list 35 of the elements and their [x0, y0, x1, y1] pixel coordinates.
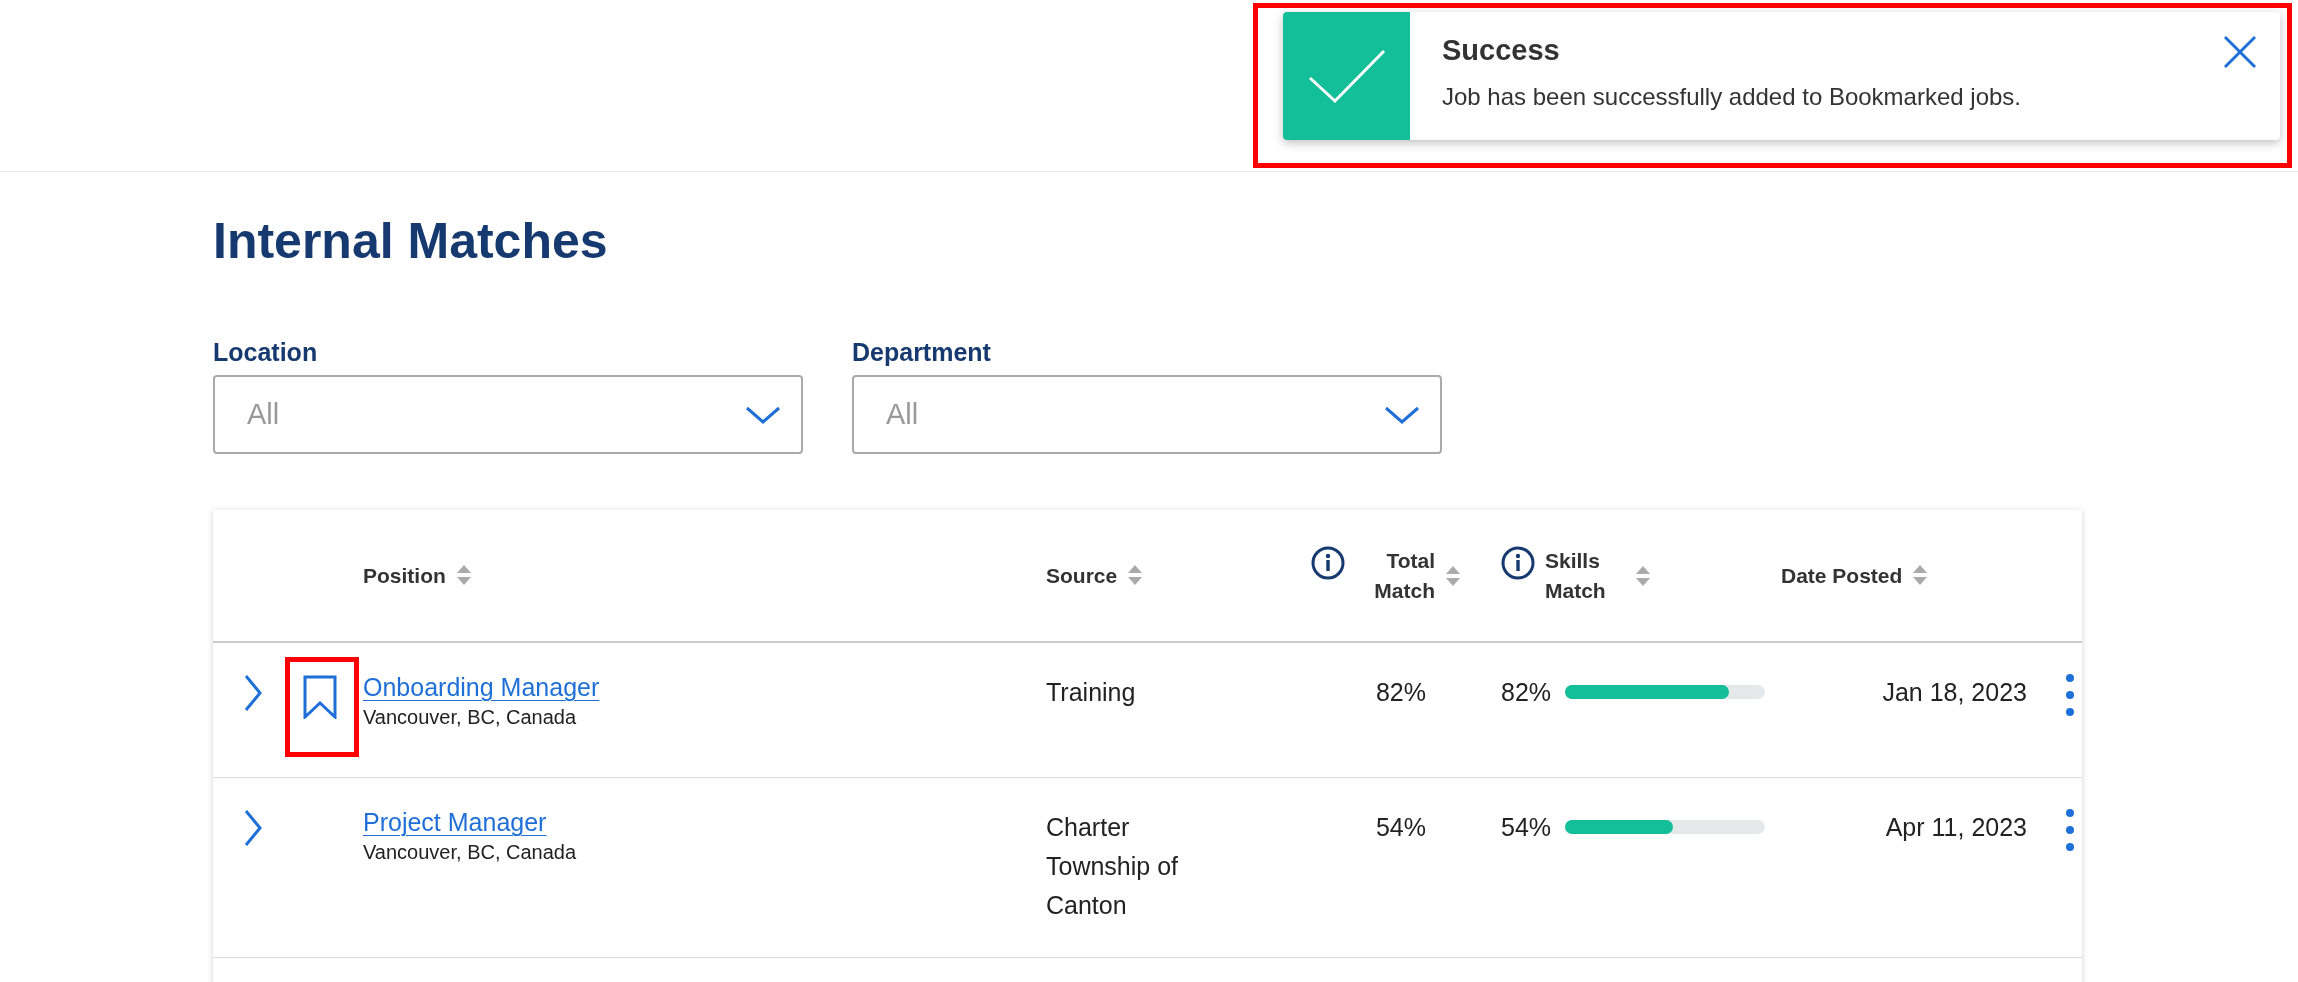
column-header: Date Posted	[1781, 562, 1903, 589]
dropdown-field[interactable]: All	[852, 375, 1442, 454]
expand-chevron-icon[interactable]	[243, 673, 263, 713]
more-options-icon[interactable]	[2064, 808, 2075, 852]
location-text: Vancouver, BC, Canada	[363, 706, 578, 729]
chevron-down-icon	[745, 404, 781, 425]
position-link[interactable]: Project Manager	[363, 808, 1046, 837]
date-posted-text: Jan 18, 2023	[1882, 677, 2027, 708]
skills-match-text: 54%	[1501, 812, 1552, 843]
date-posted-text: Apr 11, 2023	[1885, 812, 2027, 843]
page-title: Internal Matches	[213, 212, 608, 270]
column-header: Total Match	[1373, 548, 1435, 604]
location-text: Vancouver, BC, Canada	[363, 841, 578, 864]
more-options-icon[interactable]	[2064, 673, 2075, 717]
info-icon[interactable]	[1501, 546, 1535, 581]
column-header: Source	[1046, 562, 1118, 589]
toast-message: Job has been successfully added to Bookmarked jobs.	[1442, 83, 2022, 111]
source-text: Charter Township of Canton	[1046, 813, 1179, 919]
source-text: Training	[1046, 678, 1136, 706]
filter-label: Department	[852, 338, 992, 367]
chevron-down-icon	[1384, 404, 1420, 425]
bookmark-icon[interactable]	[303, 675, 337, 719]
position-link[interactable]: Onboarding Manager	[363, 673, 1046, 702]
toast-title: Success	[1442, 34, 1561, 67]
column-header: Position	[363, 562, 446, 589]
total-match-text: 54%	[1375, 812, 1426, 843]
close-icon[interactable]	[2222, 34, 2258, 70]
total-match-text: 82%	[1375, 677, 1426, 708]
column-header: Skills Match	[1545, 548, 1607, 604]
skills-match-text: 82%	[1501, 677, 1552, 708]
dropdown-field[interactable]: All	[213, 375, 803, 454]
expand-chevron-icon[interactable]	[243, 808, 263, 848]
checkmark-icon	[1306, 48, 1387, 104]
info-icon[interactable]	[1311, 546, 1345, 581]
filter-label: Location	[213, 338, 319, 367]
